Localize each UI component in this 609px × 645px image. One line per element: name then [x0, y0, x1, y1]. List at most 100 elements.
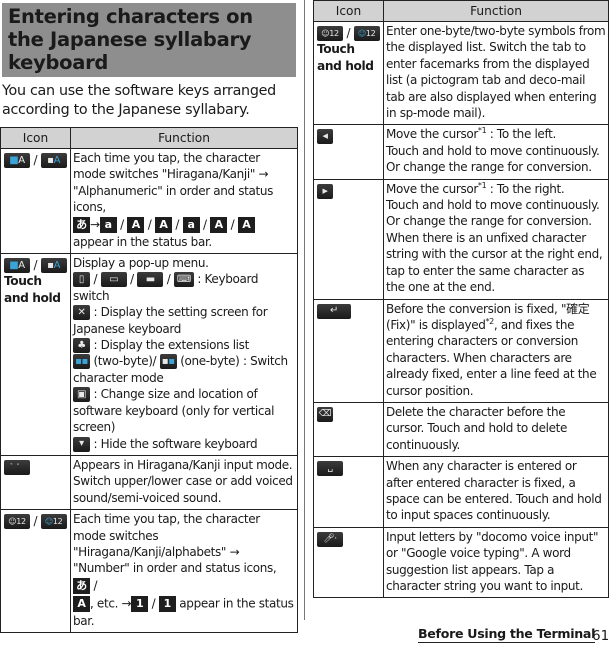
icon-cell: ☺12 / ☺ 12 Touch and hold: [313, 20, 384, 126]
function-text: : Display the setting screen for Japanes…: [73, 305, 268, 336]
function-text: Enter one-byte/two-byte symbols from the…: [386, 24, 606, 121]
function-text: Appears in Hiragana/Kanji input mode. Sw…: [73, 457, 293, 505]
status-full-upper-a-icon: A: [210, 216, 228, 233]
table-row: ゛゜ Appears in Hiragana/Kanji input mode.…: [0, 454, 298, 511]
handwriting-keyboard-icon: ⌨: [173, 272, 194, 288]
status-caps-a-icon: A: [154, 216, 172, 233]
table-row: ☺12 / ☺ 12 Touch and hold Enter one-byte/…: [313, 20, 609, 126]
table-row: ▶ Move the cursor*1 : To the right. Touc…: [313, 178, 609, 300]
extensions-icon: ♣: [73, 338, 90, 354]
separator: /: [33, 153, 38, 167]
icon-column-header: Icon: [0, 127, 71, 149]
function-column-header: Function: [70, 127, 298, 149]
footer-section-title: Before Using the Terminal: [418, 626, 596, 643]
table-row: ↵ Before the conversion is fixed, "確定 (F…: [313, 298, 609, 403]
function-cell: Each time you tap, the character mode sw…: [70, 147, 298, 255]
page-number: 61: [592, 628, 609, 644]
status-full-lower-a-icon: a: [182, 216, 200, 233]
section-heading-box: Entering characters on the Japanese syll…: [2, 3, 296, 77]
status-number-icon: 1: [131, 595, 149, 612]
status-lower-a-icon: a: [99, 216, 117, 233]
icon-cell: ■ A / ▪ A Touch and hold: [0, 253, 71, 456]
function-text: Display a pop-up menu.: [73, 256, 209, 271]
status-full-number-icon: 1: [158, 595, 176, 612]
table-header-row: Icon Function: [0, 127, 298, 149]
status-full-caps-a-icon: A: [237, 216, 255, 233]
column-divider: [304, 0, 305, 620]
footnote-ref: *2: [485, 316, 495, 326]
icon-cell: ◀: [313, 124, 384, 180]
touch-and-hold-label: Touch and hold: [4, 274, 61, 305]
icon-cell: ゛゜: [0, 454, 71, 511]
function-cell: Move the cursor*1 : To the right. Touch …: [383, 178, 609, 300]
phone-keyboard-icon: ▯: [73, 272, 90, 288]
function-text: , etc. →: [90, 596, 132, 611]
full-keyboard-icon: ▬: [137, 272, 164, 288]
resize-keyboard-icon: ▣: [73, 387, 90, 403]
function-cell: Delete the character before the cursor. …: [383, 401, 609, 458]
symbol-mode-icon: ☺12: [317, 26, 343, 41]
function-cell: Enter one-byte/two-byte symbols from the…: [383, 20, 609, 126]
key-function-table-right: Icon Function ☺12 / ☺ 12 Touch and hold E…: [313, 0, 609, 599]
arrow: →: [90, 217, 100, 232]
function-cell: Display a pop-up menu. ▯ / ▭ / ▬ / ⌨ : K…: [70, 253, 298, 456]
icon-cell: ⌫: [313, 401, 384, 458]
intro-text: You can use the software keys arranged a…: [2, 83, 276, 118]
mode-switch-hiragana-icon: ■ A: [4, 258, 30, 274]
two-byte-mode-icon: ▪▪: [73, 354, 90, 370]
key-function-table-left: Icon Function ■ A / ▪ A Each time you tap,…: [0, 127, 298, 634]
cursor-left-icon: ◀: [317, 129, 333, 145]
function-text: : To the left.: [486, 127, 557, 142]
right-column: Icon Function ☺12 / ☺ 12 Touch and hold E…: [313, 0, 609, 599]
function-cell: Each time you tap, the character mode sw…: [70, 509, 298, 634]
icon-cell: ▶: [313, 178, 384, 300]
mode-switch-alpha-icon: ▪ A: [40, 258, 67, 274]
voice-input-icon: 🎤︎·: [317, 531, 343, 547]
table-row: 🎤︎· Input letters by "docomo voice input…: [313, 526, 609, 599]
function-text: (two-byte)/: [93, 354, 157, 369]
function-column-header: Function: [383, 0, 609, 22]
status-hiragana-icon: あ: [73, 577, 90, 594]
function-cell: Move the cursor*1 : To the left. Touch a…: [383, 124, 609, 180]
settings-icon: ✕: [73, 305, 90, 321]
function-text: : Change size and location of software k…: [73, 387, 275, 435]
symbol-mode-active-icon: ☺ 12: [40, 514, 67, 530]
function-text: Touch and hold to move continuously. Or …: [386, 198, 603, 295]
icon-cell: ☺12 / ☺ 12: [0, 509, 71, 634]
icon-cell: ↵: [313, 298, 384, 403]
function-text: Delete the character before the cursor. …: [386, 404, 568, 452]
table-row: ␣ When any character is entered or after…: [313, 456, 609, 528]
function-text: When any character is entered or after e…: [386, 459, 602, 523]
status-upper-a-icon: A: [127, 216, 145, 233]
space-icon: ␣: [317, 461, 343, 477]
symbol-mode-icon: ☺12: [4, 514, 30, 530]
function-text: Each time you tap, the character mode sw…: [73, 512, 277, 576]
icon-column-header: Icon: [313, 0, 384, 22]
one-byte-mode-icon: ▪ ▪: [159, 354, 177, 370]
function-text: appear in the status bar.: [73, 234, 212, 249]
icon-cell: ■ A / ▪ A: [0, 147, 71, 255]
table-header-row: Icon Function: [313, 0, 609, 22]
function-cell: Appears in Hiragana/Kanji input mode. Sw…: [70, 454, 298, 511]
section-heading: Entering characters on the Japanese syll…: [8, 5, 253, 74]
status-hiragana-icon: あ: [73, 216, 90, 233]
backspace-icon: ⌫: [317, 406, 333, 422]
table-row: ■ A / ▪ A Each time you tap, the character…: [0, 147, 298, 255]
function-text: : Display the extensions list: [93, 338, 249, 353]
table-row: ◀ Move the cursor*1 : To the left. Touch…: [313, 124, 609, 180]
touch-and-hold-label: Touch and hold: [317, 42, 374, 73]
function-text: : Hide the software keyboard: [93, 436, 258, 451]
table-row: ⌫ Delete the character before the cursor…: [313, 401, 609, 458]
left-column: Entering characters on the Japanese syll…: [0, 0, 298, 634]
function-cell: When any character is entered or after e…: [383, 456, 609, 528]
function-text: : To the right.: [486, 181, 565, 196]
mode-switch-alpha-icon: ▪ A: [40, 153, 67, 168]
separator: /: [346, 26, 351, 40]
icon-cell: ␣: [313, 456, 384, 528]
enter-icon: ↵: [317, 303, 351, 319]
function-text: Move the cursor: [386, 181, 478, 196]
function-cell: Input letters by "docomo voice input" or…: [383, 526, 609, 599]
separator: /: [33, 514, 38, 529]
function-text: Touch and hold to move continuously. Or …: [386, 143, 600, 175]
table-row: ■ A / ▪ A Touch and hold Display a pop-up …: [0, 253, 298, 456]
